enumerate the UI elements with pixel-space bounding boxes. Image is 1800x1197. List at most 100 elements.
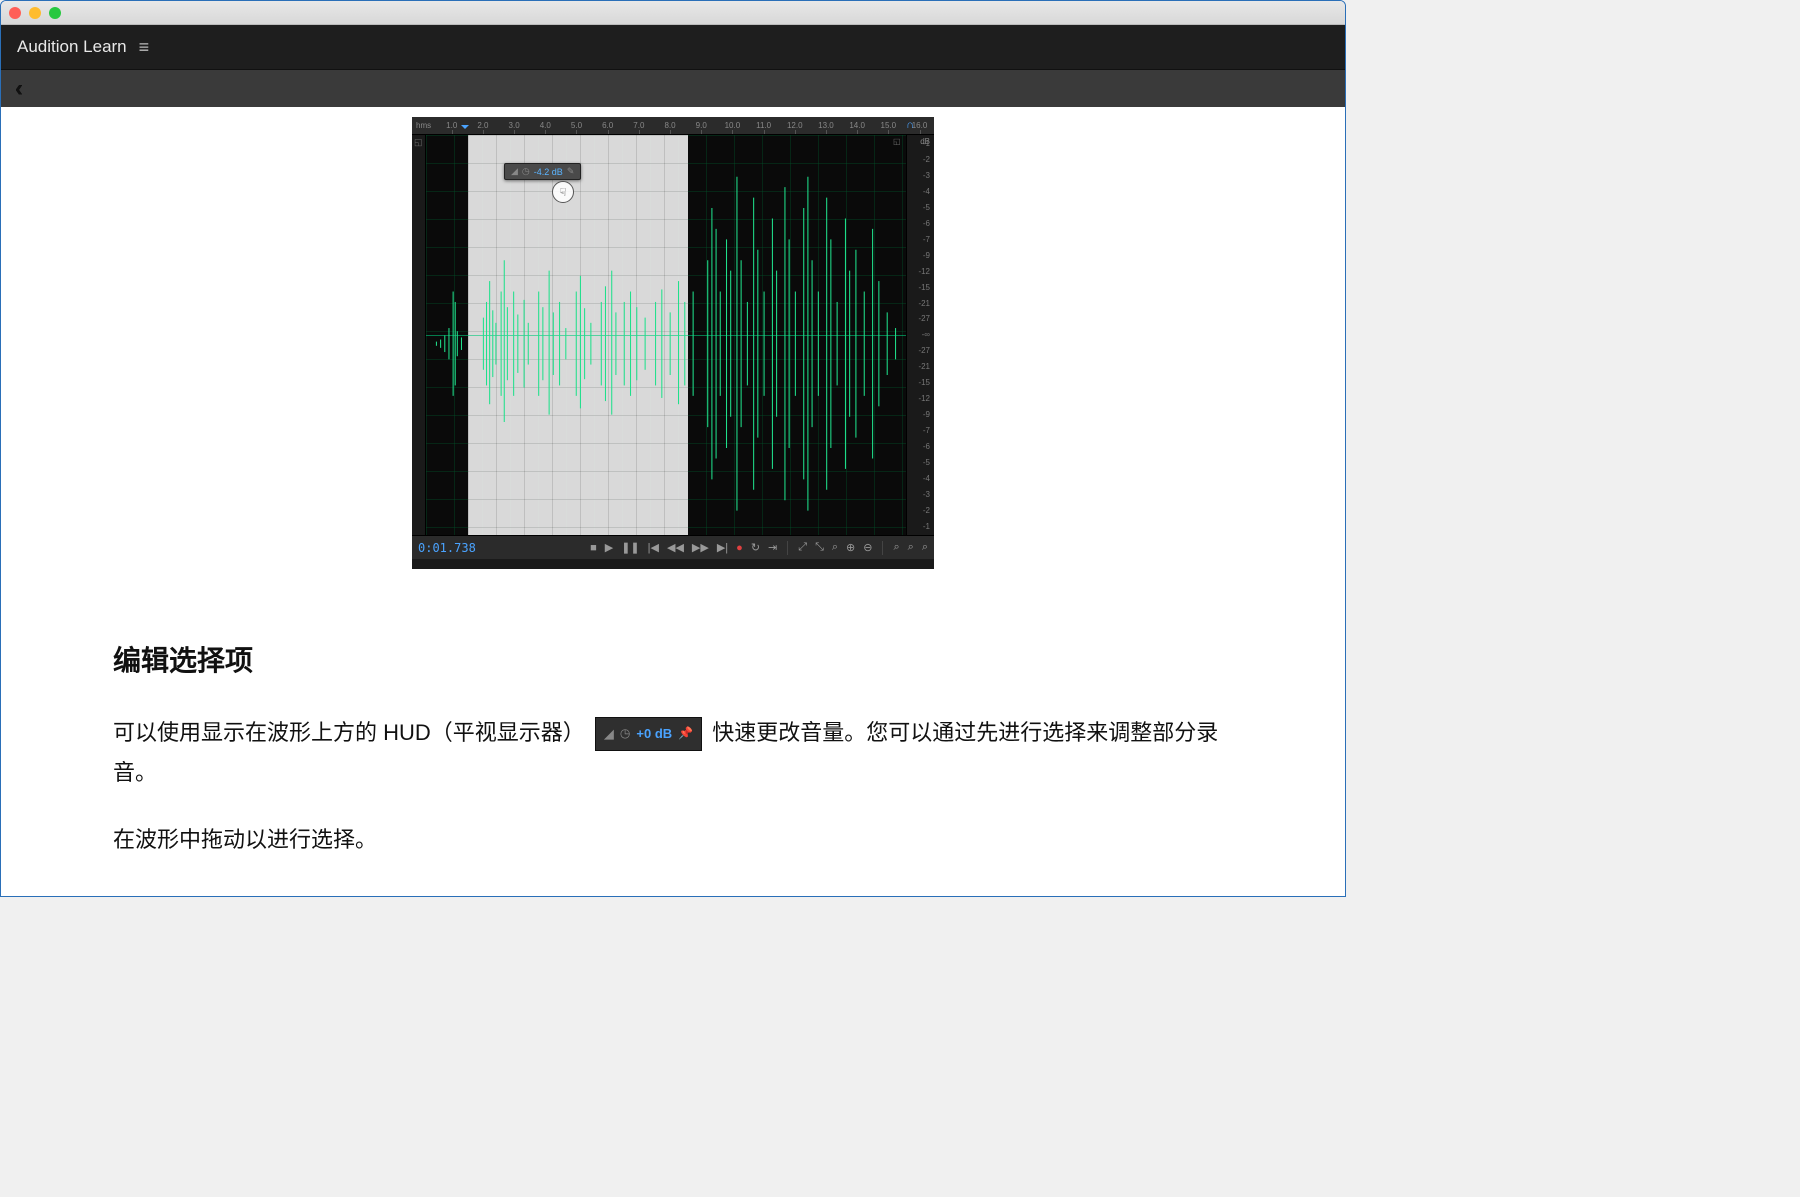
- amplitude-scale: dB ◱ -1 -2 -3 -4 -5 -6 -7 -9 -12 -15 -21…: [906, 135, 934, 535]
- record-button[interactable]: ●: [736, 542, 743, 554]
- db-tick: -2: [909, 506, 932, 515]
- ruler-tick: 14.0: [843, 121, 872, 130]
- db-tick: -6: [909, 442, 932, 451]
- loop-button[interactable]: ↻: [751, 541, 760, 554]
- db-tick: -9: [909, 410, 932, 419]
- db-tick: -4: [909, 474, 932, 483]
- skip-selection-button[interactable]: ⇥: [768, 541, 777, 554]
- db-tick: -27: [909, 346, 932, 355]
- app-window: Audition Learn ≡ ‹‹ hms 1.0 2.0 3.0 4.0 …: [0, 0, 1346, 897]
- hud-db-value[interactable]: -4.2 dB: [534, 167, 563, 177]
- fade-icon: ◢: [604, 722, 614, 745]
- db-tick: -12: [909, 267, 932, 276]
- forward-button[interactable]: ▶▶: [692, 541, 709, 554]
- zoom-in-amplitude-icon[interactable]: ⤢: [798, 541, 807, 554]
- db-tick: -1: [909, 522, 932, 531]
- pin-icon: 📌: [678, 723, 693, 745]
- inline-hud-graphic: ◢ ◷ +0 dB 📌: [595, 717, 702, 750]
- panel-menu-icon[interactable]: ≡: [139, 37, 150, 58]
- ruler-tick: 6.0: [593, 121, 622, 130]
- panel-title: Audition Learn: [17, 37, 127, 57]
- rewind-button[interactable]: ◀◀: [667, 541, 684, 554]
- db-tick: -4: [909, 187, 932, 196]
- divider: [882, 541, 883, 555]
- pin-icon[interactable]: ✎: [567, 166, 575, 177]
- db-tick: -7: [909, 235, 932, 244]
- db-tick: -9: [909, 251, 932, 260]
- snap-icon[interactable]: ∩: [906, 119, 914, 131]
- selection-region[interactable]: [468, 135, 688, 535]
- divider: [787, 541, 788, 555]
- waveform-display[interactable]: ◢ ◷ -4.2 dB ✎: [426, 135, 906, 535]
- inline-hud-value: +0 dB: [636, 722, 672, 745]
- article-body: 编辑选择项 可以使用显示在波形上方的 HUD（平视显示器） ◢ ◷ +0 dB …: [103, 639, 1243, 860]
- ruler-tick: 9.0: [687, 121, 716, 130]
- waveform-svg: [426, 135, 906, 535]
- window-minimize-button[interactable]: [29, 7, 41, 19]
- panel-header: Audition Learn ≡: [1, 25, 1345, 69]
- db-tick: -∞: [909, 330, 932, 339]
- db-unit-label: dB: [920, 137, 930, 146]
- waveform-body: ◱: [412, 135, 934, 535]
- skip-forward-button[interactable]: ▶|: [717, 541, 728, 554]
- db-tick: -2: [909, 155, 932, 164]
- timeline-ruler[interactable]: hms 1.0 2.0 3.0 4.0 5.0 6.0 7.0 8.0 9.0 …: [412, 117, 934, 135]
- timecode-display[interactable]: 0:01.738: [418, 541, 476, 555]
- ruler-tick: 13.0: [811, 121, 840, 130]
- zoom-full-icon[interactable]: ⌕: [922, 541, 928, 554]
- db-tick: -12: [909, 394, 932, 403]
- db-tick: -3: [909, 490, 932, 499]
- ruler-tick: 5.0: [562, 121, 591, 130]
- db-tick: -7: [909, 426, 932, 435]
- ruler-unit: hms: [416, 121, 431, 130]
- zoom-in-time-icon[interactable]: ⊕: [846, 541, 855, 554]
- article-paragraph-1: 可以使用显示在波形上方的 HUD（平视显示器） ◢ ◷ +0 dB 📌 快速更改…: [113, 713, 1233, 792]
- fade-icon: ◢: [511, 166, 518, 177]
- db-tick: -27: [909, 314, 932, 323]
- ruler-tick: 2.0: [468, 121, 497, 130]
- ruler-tick: 12.0: [780, 121, 809, 130]
- db-tick: -5: [909, 458, 932, 467]
- zoom-out-time-icon[interactable]: ⊖: [863, 541, 872, 554]
- stop-button[interactable]: ■: [590, 542, 597, 554]
- db-tick: -21: [909, 299, 932, 308]
- clock-icon: ◷: [620, 723, 630, 745]
- mac-titlebar: [1, 1, 1345, 25]
- ruler-tick: 8.0: [655, 121, 684, 130]
- content-area: hms 1.0 2.0 3.0 4.0 5.0 6.0 7.0 8.0 9.0 …: [1, 107, 1345, 896]
- db-tick: -21: [909, 362, 932, 371]
- cursor-indicator-icon: [552, 181, 574, 203]
- ruler-tick: 7.0: [624, 121, 653, 130]
- volume-hud[interactable]: ◢ ◷ -4.2 dB ✎: [504, 163, 581, 180]
- db-tick: -6: [909, 219, 932, 228]
- waveform-editor-illustration: hms 1.0 2.0 3.0 4.0 5.0 6.0 7.0 8.0 9.0 …: [412, 117, 934, 569]
- zero-line: [426, 335, 906, 336]
- channel-gutter: ◱: [412, 135, 426, 535]
- ruler-tick: 3.0: [500, 121, 529, 130]
- expand-icon[interactable]: ◱: [893, 137, 901, 146]
- article-heading: 编辑选择项: [113, 639, 1233, 679]
- ruler-tick: 4.0: [531, 121, 560, 130]
- article-paragraph-2: 在波形中拖动以进行选择。: [113, 820, 1233, 860]
- play-button[interactable]: ▶: [605, 541, 613, 554]
- ruler-tick: 15.0: [874, 121, 903, 130]
- db-tick: -15: [909, 283, 932, 292]
- zoom-selection-in-icon[interactable]: ⌕: [893, 541, 899, 554]
- expand-icon[interactable]: ◱: [414, 137, 423, 148]
- db-tick: -15: [909, 378, 932, 387]
- playhead-icon[interactable]: [458, 117, 468, 135]
- pause-button[interactable]: ❚❚: [621, 541, 639, 554]
- zoom-reset-icon[interactable]: ⌕: [832, 541, 838, 554]
- p1-text-a: 可以使用显示在波形上方的 HUD（平视显示器）: [113, 720, 585, 745]
- window-zoom-button[interactable]: [49, 7, 61, 19]
- window-close-button[interactable]: [9, 7, 21, 19]
- clock-icon: ◷: [522, 166, 530, 177]
- db-tick: -5: [909, 203, 932, 212]
- transport-bar: 0:01.738 ■ ▶ ❚❚ |◀ ◀◀ ▶▶ ▶| ● ↻ ⇥ ⤢ ⤡: [412, 535, 934, 559]
- panel-toolbar: ‹‹: [1, 69, 1345, 107]
- db-tick: -3: [909, 171, 932, 180]
- ruler-tick: 10.0: [718, 121, 747, 130]
- skip-back-button[interactable]: |◀: [648, 541, 659, 554]
- zoom-out-amplitude-icon[interactable]: ⤡: [815, 541, 824, 554]
- zoom-selection-out-icon[interactable]: ⌕: [908, 541, 914, 554]
